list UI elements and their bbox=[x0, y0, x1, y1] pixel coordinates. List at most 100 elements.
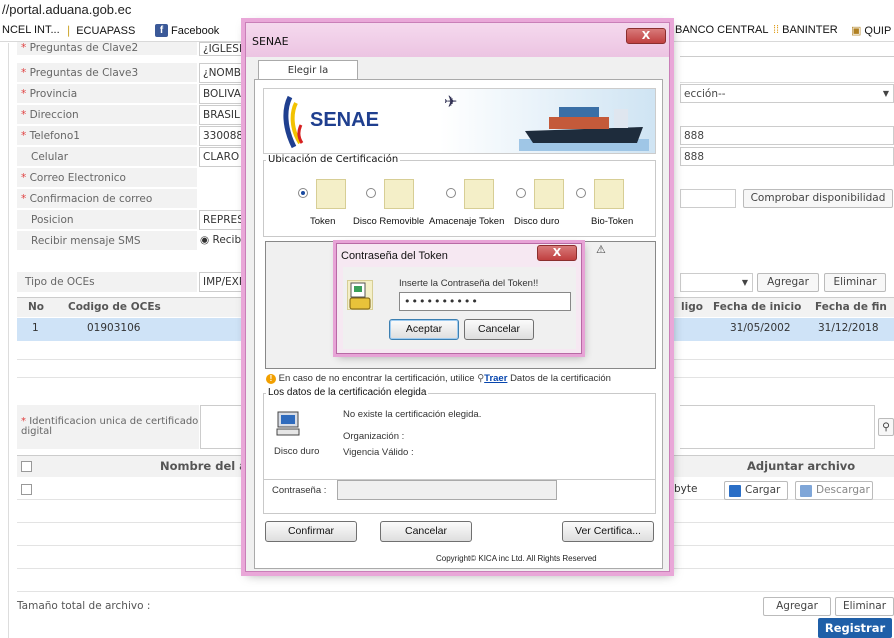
celular-select[interactable]: CLARO bbox=[199, 147, 249, 167]
radio-on-icon: ◉ bbox=[200, 234, 213, 246]
baninter-icon: ⁞⁞ bbox=[773, 24, 780, 36]
plane-icon: ✈ bbox=[444, 92, 458, 111]
col-fecha-inicio: Fecha de inicio bbox=[713, 301, 802, 313]
bookmark-facebook[interactable]: f Facebook bbox=[155, 24, 219, 37]
radio-token-storage[interactable] bbox=[446, 188, 456, 198]
upload-button[interactable]: Cargar bbox=[724, 481, 788, 500]
remove-oce-button[interactable]: Eliminar bbox=[824, 273, 886, 292]
label-sms: Recibir mensaje SMS bbox=[17, 231, 197, 251]
celular-right[interactable]: 888 bbox=[680, 147, 894, 166]
senae-wordmark: SENAE bbox=[310, 109, 379, 131]
location-legend: Ubicación de Certificación bbox=[266, 154, 401, 166]
preguntas-clave2-select[interactable]: ¿IGLESI bbox=[199, 42, 249, 56]
dialog-title: Contraseña del Token bbox=[341, 250, 448, 262]
chevron-down-icon: ▼ bbox=[741, 278, 748, 287]
token-icon bbox=[347, 280, 373, 310]
select-all-checkbox[interactable] bbox=[21, 461, 32, 472]
total-size-label: Tamaño total de archivo : bbox=[17, 600, 151, 612]
validity-label: Vigencia Válido : bbox=[343, 447, 414, 458]
tab-elegir-certificacion[interactable]: Elegir la Certificación bbox=[258, 60, 358, 95]
password-input[interactable] bbox=[337, 480, 557, 500]
label-cert-id: * Identificacion unica de certificado di… bbox=[17, 405, 199, 449]
telefono1-input[interactable]: 330088 bbox=[199, 126, 249, 146]
row-start: 31/05/2002 bbox=[730, 322, 791, 334]
col-codigo: Codigo de OCEs bbox=[68, 301, 161, 313]
bookmark-banco-central[interactable]: BANCO CENTRAL bbox=[675, 24, 769, 36]
window-title: SENAE bbox=[252, 35, 289, 48]
download-button[interactable]: Descargar bbox=[795, 481, 873, 500]
search-icon[interactable]: ⚲ bbox=[878, 418, 894, 436]
senae-titlebar: SENAE X bbox=[246, 23, 669, 57]
view-cert-button[interactable]: Ver Certifica... bbox=[562, 521, 654, 542]
chevron-down-icon: ▼ bbox=[882, 89, 889, 98]
remove-file-button[interactable]: Eliminar bbox=[835, 597, 894, 616]
confirm-button[interactable]: Confirmar bbox=[265, 521, 357, 542]
check-availability-button[interactable]: Comprobar disponibilidad bbox=[743, 189, 893, 208]
row-checkbox[interactable] bbox=[21, 484, 32, 495]
close-icon[interactable]: X bbox=[537, 245, 577, 261]
cancel-button[interactable]: Cancelar bbox=[380, 521, 472, 542]
ecuapass-icon: ❘ bbox=[64, 25, 74, 37]
radio-removable[interactable] bbox=[366, 188, 376, 198]
oce-dropdown[interactable]: ▼ bbox=[680, 273, 753, 292]
register-button[interactable]: Registrar bbox=[818, 618, 892, 638]
accept-button[interactable]: Aceptar bbox=[389, 319, 459, 340]
opt-token-storage: Amacenaje Token bbox=[429, 216, 505, 227]
save-icon bbox=[800, 485, 812, 497]
opt-token: Token bbox=[310, 216, 336, 227]
col-no: No bbox=[28, 301, 45, 313]
row-code: 01903106 bbox=[87, 322, 141, 334]
radio-hard-disk[interactable] bbox=[516, 188, 526, 198]
file-size-unit: byte bbox=[674, 483, 698, 495]
cert-id-input[interactable] bbox=[200, 405, 250, 449]
removable-disk-icon bbox=[384, 179, 414, 209]
add-oce-button[interactable]: Agregar bbox=[757, 273, 819, 292]
computer-icon bbox=[534, 179, 564, 209]
dialog-prompt: Inserte la Contraseña del Token!! bbox=[399, 278, 539, 289]
label-celular: Celular bbox=[17, 147, 197, 167]
posicion-select[interactable]: REPRES bbox=[199, 210, 249, 230]
clave3-right bbox=[680, 64, 894, 83]
traer-link[interactable]: Traer bbox=[484, 373, 507, 384]
row-no: 1 bbox=[32, 322, 39, 334]
bookmark-ecuapass[interactable]: ❘ ECUAPASS bbox=[64, 24, 135, 38]
disk-label: Disco duro bbox=[274, 446, 320, 457]
usb-token-icon bbox=[464, 179, 494, 209]
radio-token[interactable] bbox=[298, 188, 308, 198]
add-file-button[interactable]: Agregar bbox=[763, 597, 831, 616]
senae-banner: SENAE ✈ bbox=[263, 88, 656, 154]
cert-data-legend: Los datos de la certificación elegida bbox=[266, 387, 429, 399]
copyright: Copyright© KICA inc Ltd. All Rights Rese… bbox=[436, 554, 597, 563]
tipo-oces-select[interactable]: IMP/EXP bbox=[199, 272, 249, 292]
bookmark-ncel[interactable]: NCEL INT... bbox=[2, 24, 60, 36]
label-correo: * Correo Electronico bbox=[17, 168, 197, 188]
label-posicion: Posicion bbox=[17, 210, 197, 230]
col-fecha-fin: Fecha de fin bbox=[815, 301, 887, 313]
direccion-input[interactable]: BRASIL bbox=[199, 105, 249, 125]
close-icon[interactable]: X bbox=[626, 28, 666, 44]
opt-removable: Disco Removible bbox=[353, 216, 425, 227]
bookmark-baninter[interactable]: ⁞⁞ BANINTER bbox=[773, 24, 838, 36]
confirm-email-input[interactable] bbox=[680, 189, 736, 208]
token-password-input[interactable]: •••••••••• bbox=[399, 292, 571, 311]
address-bar[interactable]: //portal.aduana.gob.ec bbox=[0, 0, 894, 20]
bookmark-quip[interactable]: ▣ QUIP bbox=[851, 24, 891, 38]
radio-bio-token[interactable] bbox=[576, 188, 586, 198]
provincia-dropdown[interactable]: ección-- ▼ bbox=[680, 84, 894, 103]
not-exists-text: No existe la certificación elegida. bbox=[343, 409, 482, 420]
label-provincia: * Provincia bbox=[17, 84, 197, 104]
telefono1-right[interactable]: 888 bbox=[680, 126, 894, 145]
table-row bbox=[17, 570, 894, 592]
password-label: Contraseña : bbox=[272, 485, 327, 496]
col-file-name: Nombre del ar bbox=[160, 459, 253, 473]
warning-icon: ⚠ bbox=[596, 243, 606, 256]
sms-radio[interactable]: ◉ Recib bbox=[200, 234, 241, 246]
opt-hard-disk: Disco duro bbox=[514, 216, 560, 227]
ship-icon bbox=[519, 107, 649, 151]
label-preguntas-clave2: * Preguntas de Clave2 bbox=[17, 42, 197, 56]
cancel-button[interactable]: Cancelar bbox=[464, 319, 534, 340]
label-confirmacion-correo: * Confirmacion de correo electronico bbox=[17, 189, 197, 225]
info-icon: ! bbox=[266, 374, 276, 384]
preguntas-clave3-select[interactable]: ¿NOMBR bbox=[199, 63, 249, 83]
provincia-select[interactable]: BOLIVA bbox=[199, 84, 249, 104]
